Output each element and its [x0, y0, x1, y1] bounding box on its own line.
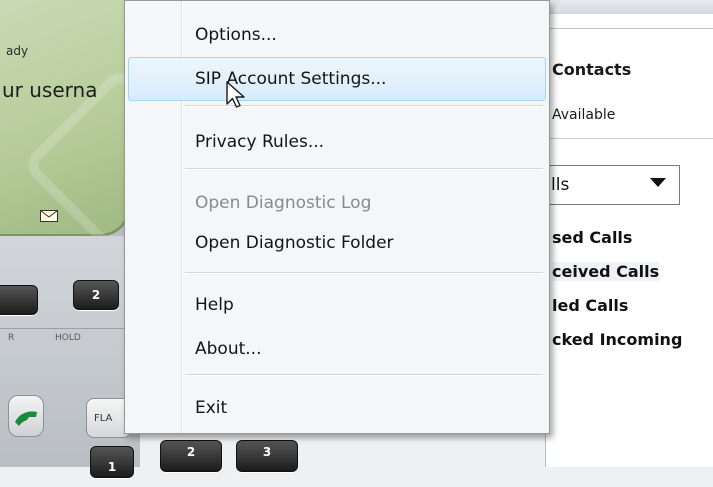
menu-item-privacy-rules[interactable]: Privacy Rules...: [128, 120, 546, 164]
phone-display: [0, 0, 219, 264]
menu-item-about[interactable]: About...: [128, 327, 546, 371]
phone-username-text: ur userna: [2, 78, 98, 102]
softkey-hold-label[interactable]: HOLD: [55, 333, 81, 343]
menu-item-open-diagnostic-log: Open Diagnostic Log: [195, 193, 372, 213]
dropdown-arrow-icon[interactable]: [650, 178, 666, 187]
phone-handset-icon: [15, 411, 37, 426]
menu-separator: [185, 168, 543, 169]
call-list-item[interactable]: cked Incoming: [552, 330, 682, 349]
call-button[interactable]: [8, 395, 44, 437]
contacts-title: Contacts: [552, 60, 632, 79]
phone-key-2[interactable]: 2: [73, 280, 119, 310]
phone-key-1[interactable]: 1: [90, 446, 134, 478]
menu-separator: [185, 272, 543, 273]
phone-status-text: ady: [6, 44, 29, 58]
phone-key-2-bottom[interactable]: 2: [160, 440, 222, 472]
contacts-divider: [548, 138, 713, 139]
menu-item-open-diagnostic-folder[interactable]: Open Diagnostic Folder: [128, 221, 546, 265]
call-list-item[interactable]: ceived Calls: [552, 262, 660, 281]
call-list-item[interactable]: sed Calls: [552, 228, 632, 247]
availability-status[interactable]: Available: [552, 107, 615, 123]
call-list-item[interactable]: led Calls: [552, 296, 628, 315]
mouse-pointer-icon: [226, 81, 245, 108]
contacts-panel-titlebar: [545, 0, 713, 14]
contacts-panel-frame: [548, 28, 713, 29]
phone-key-3[interactable]: 3: [236, 440, 298, 472]
menu-item-exit[interactable]: Exit: [128, 386, 546, 430]
menu-item-help[interactable]: Help: [128, 283, 546, 327]
phone-key-left[interactable]: [0, 285, 38, 315]
menu-separator: [185, 374, 543, 375]
phone-divider: [0, 328, 135, 329]
context-menu: Options... SIP Account Settings... Priva…: [124, 0, 550, 434]
menu-item-options[interactable]: Options...: [128, 13, 546, 57]
envelope-icon: [40, 210, 58, 222]
menu-item-sip-account-settings[interactable]: SIP Account Settings...: [128, 57, 546, 101]
softkey-r-label[interactable]: R: [8, 333, 14, 343]
